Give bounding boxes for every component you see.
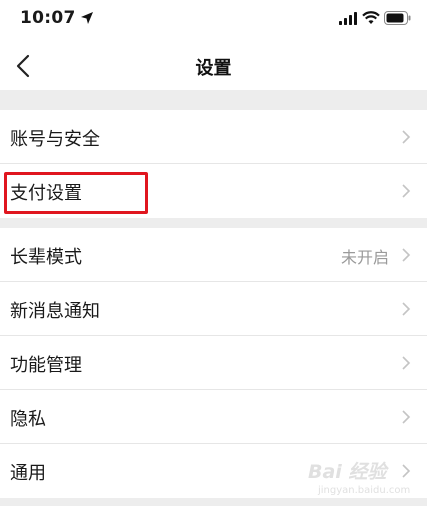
settings-item-label: 通用 <box>10 463 46 484</box>
settings-item-account-security[interactable]: 账号与安全 <box>0 110 427 164</box>
chevron-right-icon <box>402 302 411 316</box>
settings-item-label: 新消息通知 <box>10 301 100 322</box>
settings-item-notifications[interactable]: 新消息通知 <box>0 282 427 336</box>
settings-item-features[interactable]: 功能管理 <box>0 336 427 390</box>
page-title: 设置 <box>195 58 232 79</box>
chevron-right-icon <box>402 184 411 198</box>
settings-item-label: 长辈模式 <box>10 247 82 268</box>
location-arrow-icon <box>81 12 93 24</box>
chevron-right-icon <box>402 248 411 262</box>
settings-item-label: 隐私 <box>10 409 46 430</box>
wifi-icon <box>362 11 380 24</box>
highlight-annotation <box>4 172 148 214</box>
battery-icon <box>384 11 411 25</box>
chevron-right-icon <box>402 356 411 370</box>
status-bar: 10:07 <box>0 0 427 40</box>
settings-item-label: 账号与安全 <box>10 129 100 150</box>
watermark-text: Bai 经验 <box>308 461 387 483</box>
cellular-signal-icon <box>339 12 357 25</box>
chevron-right-icon <box>402 410 411 424</box>
settings-item-value: 未开启 <box>340 248 389 267</box>
baidu-jingyan-watermark: Bai 经验 jingyan.baidu.com <box>308 455 418 501</box>
chevron-right-icon <box>402 130 411 144</box>
settings-item-label: 功能管理 <box>10 355 82 376</box>
status-time: 10:07 <box>20 8 76 28</box>
settings-item-elder-mode[interactable]: 长辈模式 未开启 <box>0 228 427 282</box>
settings-item-privacy[interactable]: 隐私 <box>0 390 427 444</box>
nav-bar: 设置 <box>0 40 427 90</box>
watermark-url: jingyan.baidu.com <box>318 485 411 496</box>
